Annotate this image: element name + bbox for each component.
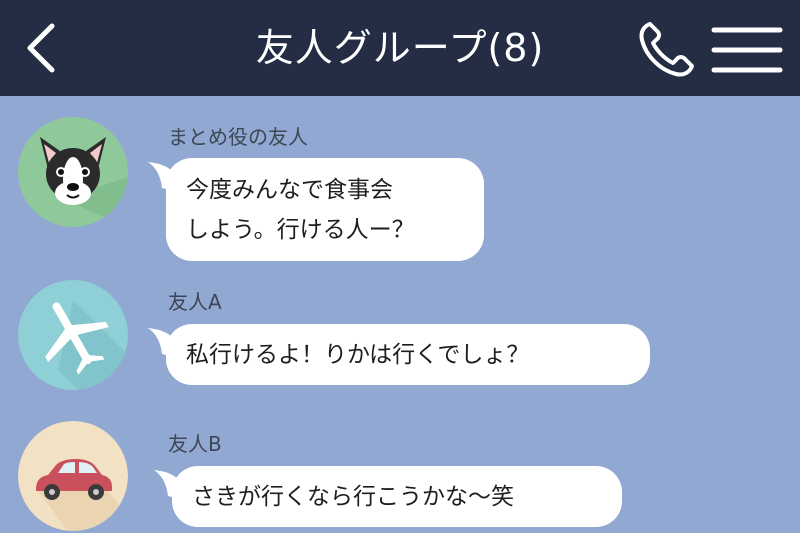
sender-name: まとめ役の友人: [168, 125, 308, 149]
message-bubble[interactable]: さきが行くなら行こうかな〜笑: [154, 466, 622, 527]
airplane-icon: [18, 280, 128, 390]
message-bubble[interactable]: 今度みんなで食事会 しよう。行ける人ー？: [148, 158, 484, 261]
message-bubble[interactable]: 私行けるよ！りかは行くでしょ？: [148, 324, 650, 385]
message-text-line: しよう。行ける人ー？: [186, 217, 415, 243]
message-text-line: 今度みんなで食事会: [186, 177, 393, 203]
call-button[interactable]: [634, 18, 698, 80]
bubble-tail: [148, 162, 178, 192]
boston-terrier-dog-icon: [18, 117, 128, 227]
sender-name: 友人A: [168, 290, 222, 314]
back-button[interactable]: [18, 14, 68, 82]
chat-header: 友人グループ(8): [0, 0, 800, 96]
message-text-line: 私行けるよ！りかは行くでしょ？: [186, 342, 530, 368]
hamburger-menu-icon: [711, 27, 783, 73]
chevron-left-icon: [27, 23, 55, 73]
sender-name: 友人B: [168, 432, 222, 456]
bubble-tail: [148, 328, 178, 358]
menu-button[interactable]: [710, 24, 784, 76]
car-icon: [18, 421, 128, 531]
phone-icon: [639, 22, 694, 77]
avatar[interactable]: [18, 280, 128, 390]
avatar[interactable]: [18, 421, 128, 531]
avatar[interactable]: [18, 117, 128, 227]
message-text-line: さきが行くなら行こうかな〜笑: [192, 484, 514, 510]
bubble-tail: [154, 470, 184, 500]
chat-title: 友人グループ(8): [255, 26, 545, 70]
